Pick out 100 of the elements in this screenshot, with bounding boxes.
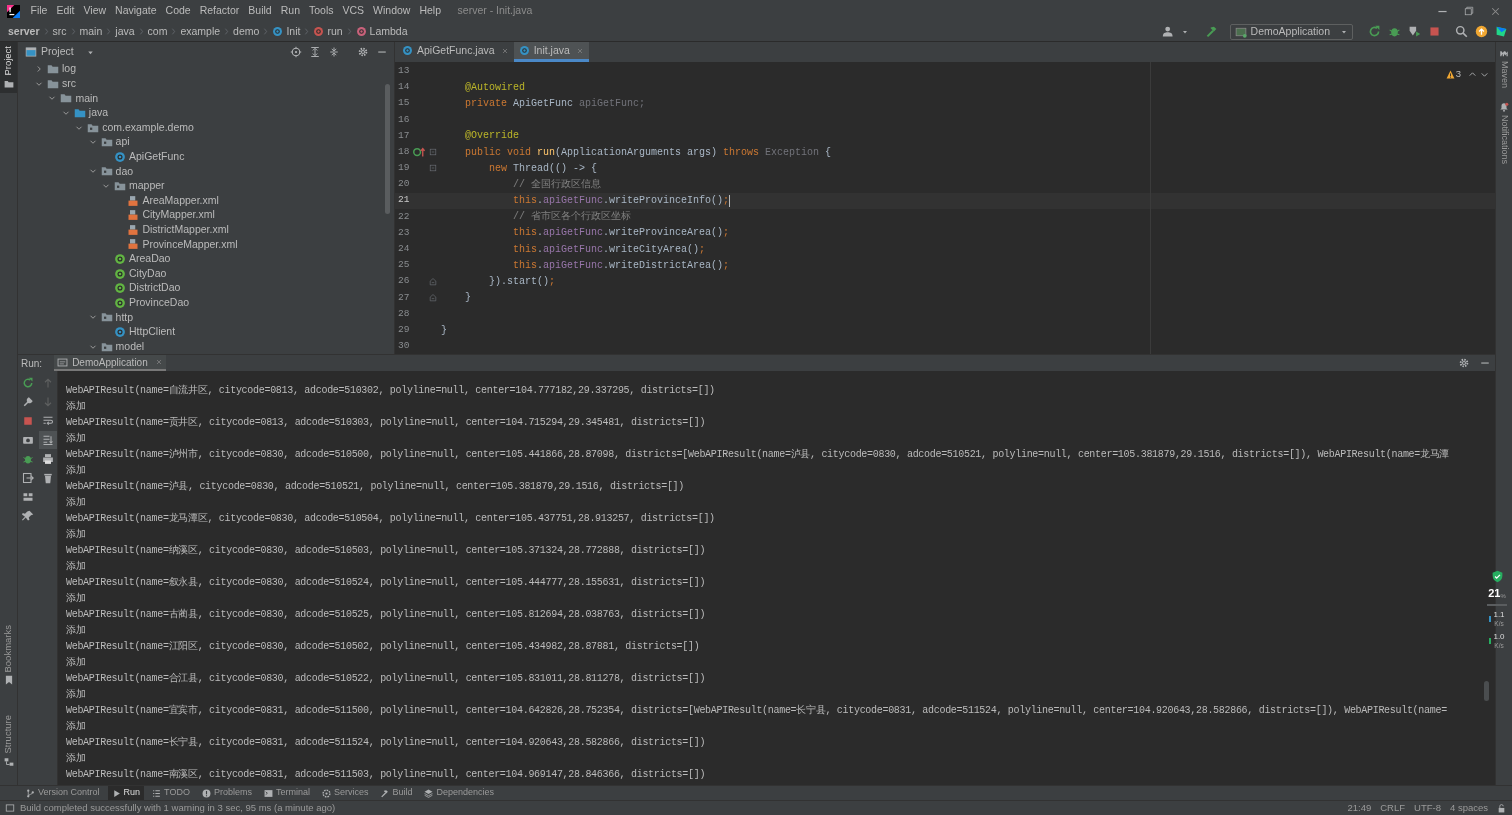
restore-icon[interactable] <box>1463 5 1475 17</box>
fold-end-icon[interactable] <box>428 276 438 287</box>
menu-item[interactable]: VCS <box>338 3 369 19</box>
tool-window-tab[interactable]: Services <box>317 785 373 801</box>
fold-icon[interactable] <box>428 147 438 158</box>
tool-window-tab[interactable]: Structure <box>1 711 16 771</box>
exit-icon[interactable] <box>22 472 34 484</box>
pin-icon[interactable] <box>22 510 34 522</box>
expand-all-icon[interactable] <box>309 46 321 58</box>
rerun-icon[interactable] <box>22 377 34 389</box>
scroll-to-end-icon[interactable] <box>41 434 54 446</box>
menu-item[interactable]: Edit <box>51 3 79 19</box>
hammer-icon[interactable] <box>1204 25 1218 38</box>
menu-item[interactable]: Run <box>276 3 305 19</box>
breadcrumb-item[interactable]: Lambda <box>369 23 408 40</box>
tool-window-tab[interactable]: Build <box>376 785 417 801</box>
menu-item[interactable]: View <box>79 3 111 19</box>
run-configuration-dropdown[interactable]: DemoApplication <box>1229 23 1353 40</box>
menu-item[interactable]: Tools <box>304 3 338 19</box>
menu-item[interactable]: Code <box>161 3 196 19</box>
tree-item[interactable]: AreaDao <box>129 251 171 267</box>
editor-tab[interactable]: Init.java <box>513 42 589 62</box>
wrench-icon[interactable] <box>22 396 34 408</box>
menu-item[interactable]: Build <box>243 3 277 19</box>
menu-item[interactable]: Help <box>414 3 446 19</box>
tree-item[interactable]: CityMapper.xml <box>142 207 215 224</box>
tree-item[interactable]: DistrictMapper.xml <box>142 221 229 238</box>
tool-window-tab[interactable]: Dependencies <box>420 785 498 801</box>
tree-item[interactable]: main <box>75 90 99 107</box>
tree-item[interactable]: ProvinceDao <box>129 294 190 311</box>
status-item[interactable]: 4 spaces <box>1449 800 1488 815</box>
stop-icon[interactable] <box>22 415 34 427</box>
locate-icon[interactable] <box>290 46 302 58</box>
tool-window-tab[interactable]: Project <box>0 42 17 93</box>
tree-item[interactable]: com.example.demo <box>102 119 194 136</box>
breadcrumb-item[interactable]: Init <box>286 23 301 40</box>
scrollbar-thumb[interactable] <box>1484 681 1489 701</box>
tree-item[interactable]: api <box>115 134 130 151</box>
tree-item[interactable]: mapper <box>129 178 165 194</box>
status-item[interactable]: UTF-8 <box>1414 800 1441 815</box>
user-icon[interactable] <box>1161 25 1175 38</box>
trash-icon[interactable] <box>41 472 54 484</box>
app-logo-icon <box>7 4 20 18</box>
tool-window-tab[interactable]: Maven <box>1496 46 1512 90</box>
lock-icon[interactable] <box>1497 803 1506 813</box>
settings-icon[interactable] <box>1458 357 1470 369</box>
layout-icon[interactable] <box>22 491 34 503</box>
fold-end-icon[interactable] <box>428 292 438 303</box>
breadcrumb-item[interactable]: com <box>147 23 168 40</box>
print-icon[interactable] <box>41 453 54 465</box>
breadcrumb-item[interactable]: run <box>327 23 343 40</box>
tree-item[interactable]: dao <box>115 163 134 180</box>
status-item[interactable]: CRLF <box>1380 800 1406 815</box>
breadcrumb-item[interactable]: example <box>180 23 221 40</box>
tree-item[interactable]: ApiGetFunc <box>129 149 185 165</box>
tool-window-tab[interactable]: Terminal <box>259 785 314 801</box>
previous-icon[interactable] <box>1468 69 1477 79</box>
menu-item[interactable]: Refactor <box>195 3 244 19</box>
project-view-dropdown[interactable]: Project <box>25 44 95 60</box>
tool-window-tab[interactable]: Notifications <box>1496 100 1512 167</box>
tree-item[interactable]: AreaMapper.xml <box>142 192 219 209</box>
tree-item[interactable]: CityDao <box>129 265 167 282</box>
menu-item[interactable]: Navigate <box>110 3 162 19</box>
search-icon[interactable] <box>1455 25 1468 38</box>
tree-item[interactable]: DistrictDao <box>129 280 181 297</box>
panel-toggle-icon[interactable] <box>5 803 15 813</box>
fold-icon[interactable] <box>428 163 438 174</box>
override-icon[interactable] <box>413 146 425 159</box>
console-tab[interactable]: DemoApplication <box>54 355 166 371</box>
menu-item[interactable]: Window <box>368 3 415 19</box>
tree-item[interactable]: model <box>115 338 145 354</box>
update-icon[interactable] <box>1475 25 1488 38</box>
scrollbar-thumb[interactable] <box>385 84 390 214</box>
bug-icon[interactable] <box>22 453 34 465</box>
settings-icon[interactable] <box>357 46 369 58</box>
soft-wrap-icon[interactable] <box>41 415 54 427</box>
tree-item[interactable]: java <box>88 105 109 121</box>
menu-item[interactable]: File <box>26 3 52 19</box>
breadcrumb-item[interactable]: java <box>115 23 135 40</box>
tree-item[interactable]: src <box>62 76 76 92</box>
tree-item[interactable]: log <box>62 62 76 78</box>
breadcrumb-item[interactable]: demo <box>233 23 260 40</box>
tool-window-tab[interactable]: Bookmarks <box>1 620 16 690</box>
tree-item[interactable]: ProvinceMapper.xml <box>142 236 238 253</box>
tree-item[interactable]: http <box>115 309 134 326</box>
tool-window-tab[interactable]: TODO <box>148 785 194 801</box>
tool-window-tab[interactable]: Version Control <box>22 785 104 801</box>
tool-window-tab[interactable]: Problems <box>197 785 256 801</box>
camera-icon[interactable] <box>22 434 34 446</box>
bug-icon[interactable] <box>1388 25 1401 38</box>
editor-tab[interactable]: ApiGetFunc.java <box>397 42 514 62</box>
breadcrumb-item[interactable]: server <box>8 23 40 40</box>
warning-count[interactable]: 3 <box>1445 67 1461 82</box>
breadcrumb-item[interactable]: main <box>79 23 103 40</box>
rerun-icon[interactable] <box>1368 25 1381 38</box>
tree-item[interactable]: HttpClient <box>129 324 176 340</box>
tool-window-tab[interactable]: Run <box>107 785 145 801</box>
stop-icon[interactable] <box>1428 25 1441 38</box>
breadcrumb-item[interactable]: src <box>52 23 67 40</box>
status-item[interactable]: 21:49 <box>1347 800 1372 815</box>
